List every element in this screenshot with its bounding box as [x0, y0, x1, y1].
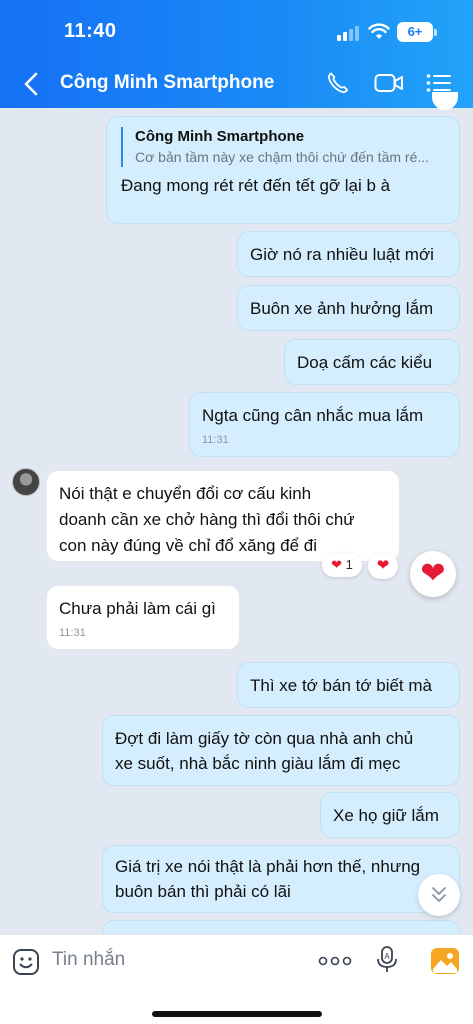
quoted-message[interactable]: Công Minh Smartphone Cơ bản tầm này xe c… — [121, 127, 445, 167]
phone-call-icon[interactable] — [326, 71, 350, 95]
message-bubble-incoming[interactable]: Nói thật e chuyển đổi cơ cấu kinh doanh … — [46, 470, 400, 562]
voice-microphone-icon[interactable]: A — [374, 945, 400, 975]
svg-text:A: A — [384, 952, 390, 961]
battery-indicator: 6+ — [397, 22, 437, 42]
avatar[interactable] — [12, 468, 40, 496]
cellular-signal-icon — [337, 26, 359, 41]
message-bubble[interactable]: Đợt đi làm giấy tờ còn qua nhà anh chủ x… — [102, 715, 460, 786]
message-text: Buôn xe ảnh hưởng lắm — [250, 299, 434, 318]
list-menu-icon[interactable] — [426, 73, 452, 93]
message-bubble[interactable]: Doạ cấm các kiểu — [284, 339, 460, 385]
status-bar: 11:40 6+ — [0, 20, 473, 46]
message-text-line: doanh cần xe chở hàng thì đổi thôi chứ — [59, 510, 355, 529]
reaction-summary[interactable]: ❤ 1 — [322, 553, 362, 577]
scroll-to-bottom-button[interactable] — [418, 874, 460, 916]
message-bubble[interactable]: Giờ nó ra nhiều luật mới — [237, 231, 460, 277]
message-input-bar: Tin nhắn A — [0, 934, 473, 1024]
message-text-line: buôn bán thì phải có lãi — [115, 882, 291, 901]
message-text-line: Đợt đi làm giấy tờ còn qua nhà anh chủ — [115, 729, 414, 748]
status-time: 11:40 — [64, 20, 117, 42]
navbar: Công Minh Smartphone — [0, 64, 473, 104]
back-arrow-icon[interactable] — [20, 70, 44, 98]
quote-sender: Công Minh Smartphone — [135, 128, 305, 145]
reaction-count: 1 — [345, 557, 353, 572]
message-bubble[interactable]: Thì xe tớ bán tớ biết mà — [237, 662, 460, 708]
message-bubble[interactable]: Giá trị xe nói thật là phải hơn thế, như… — [102, 845, 460, 913]
message-bubble[interactable]: Xe họ giữ lắm — [320, 792, 460, 838]
message-bubble-quoted[interactable]: Công Minh Smartphone Cơ bản tầm này xe c… — [106, 116, 460, 224]
wifi-icon — [368, 23, 390, 39]
message-text: Doạ cấm các kiểu — [297, 353, 433, 372]
message-text: Xe họ giữ lắm — [333, 806, 439, 825]
video-call-icon[interactable] — [374, 72, 404, 94]
message-input[interactable]: Tin nhắn — [52, 949, 125, 971]
message-text: Thì xe tớ bán tớ biết mà — [250, 676, 432, 695]
heart-icon: ❤ — [331, 557, 343, 572]
message-text: Đang mong rét rét đến tết gỡ lại b à — [121, 176, 391, 195]
emoji-sticker-icon[interactable] — [12, 948, 40, 976]
message-bubble-incoming[interactable]: Chưa phải làm cái gì 11:31 — [46, 585, 240, 650]
conversation-title[interactable]: Công Minh Smartphone — [60, 72, 274, 94]
message-text-line: xe suốt, nhà bắc ninh giàu lắm đi mẹc — [115, 754, 401, 773]
message-text-line: Nói thật e chuyển đổi cơ cấu kinh — [59, 484, 312, 503]
heart-reaction-icon[interactable]: ❤ — [368, 553, 398, 579]
message-bubble[interactable]: Ngta cũng cân nhắc mua lắm 11:31 — [189, 392, 460, 457]
home-indicator — [152, 1011, 322, 1017]
message-bubble[interactable]: Buôn xe ảnh hưởng lắm — [237, 285, 460, 331]
message-text: Giờ nó ra nhiều luật mới — [250, 245, 434, 264]
message-time: 11:31 — [59, 627, 86, 639]
message-text: Ngta cũng cân nhắc mua lắm — [202, 406, 424, 425]
photo-gallery-icon[interactable] — [430, 947, 460, 975]
message-text: Chưa phải làm cái gì — [59, 599, 216, 618]
heart-react-button-icon[interactable]: ❤ — [410, 551, 456, 597]
message-time: 11:31 — [202, 434, 229, 446]
quote-snippet: Cơ bản tầm này xe chậm thôi chứ đến tầm … — [135, 149, 430, 165]
double-chevron-down-icon — [432, 887, 446, 902]
more-options-icon[interactable] — [318, 951, 352, 971]
header: 11:40 6+ Công Minh Smartphone — [0, 0, 473, 108]
message-text-line: Giá trị xe nói thật là phải hơn thế, như… — [115, 857, 421, 876]
